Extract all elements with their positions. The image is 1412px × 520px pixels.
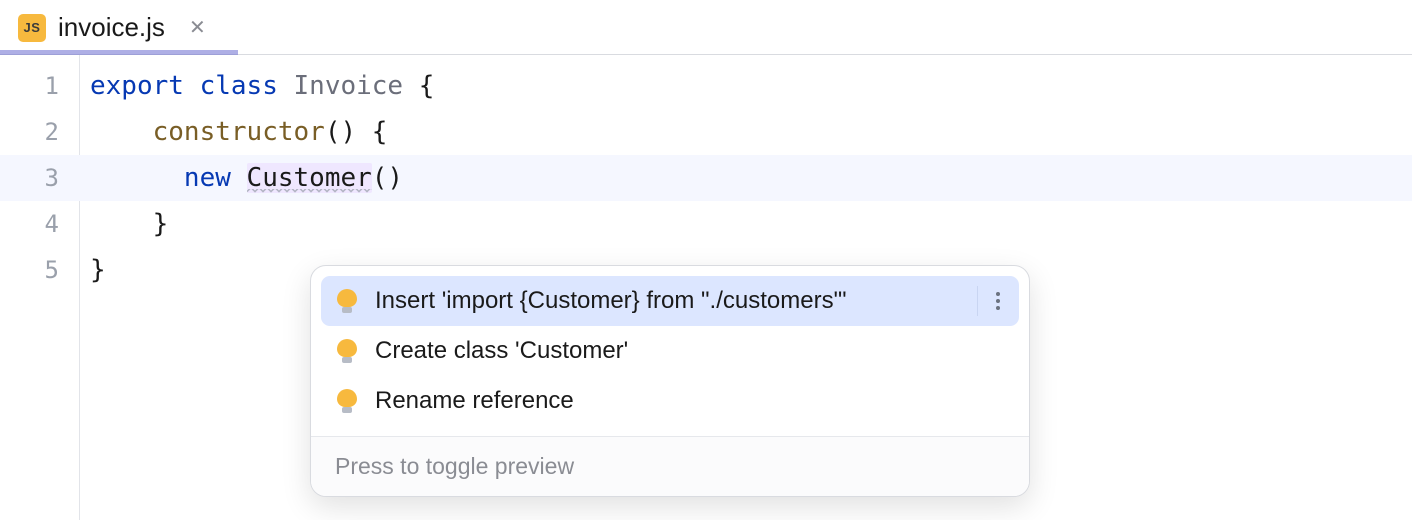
javascript-file-icon: JS <box>18 14 46 42</box>
code-line-5[interactable]: } <box>80 247 1412 293</box>
line-number[interactable]: 5 <box>0 247 79 293</box>
intention-label: Rename reference <box>375 387 1005 415</box>
editor-tab[interactable]: JS invoice.js ✕ <box>0 0 228 55</box>
line-number[interactable]: 1 <box>0 63 79 109</box>
line-number[interactable]: 3 <box>0 155 79 201</box>
tab-bar: JS invoice.js ✕ <box>0 0 1412 55</box>
code-line-4[interactable]: } <box>80 201 1412 247</box>
code-line-1[interactable]: export class Invoice { <box>80 63 1412 109</box>
gutter: 1 2 3 4 5 <box>0 55 80 520</box>
intention-item-rename-reference[interactable]: Rename reference <box>321 376 1019 426</box>
intention-footer-hint[interactable]: Press to toggle preview <box>311 436 1029 496</box>
editor-area: 1 2 3 4 5 export class Invoice { constru… <box>0 55 1412 520</box>
intention-label: Create class 'Customer' <box>375 337 1005 365</box>
unresolved-reference[interactable]: Customer <box>247 163 372 193</box>
tab-filename: invoice.js <box>58 12 165 43</box>
intention-actions-popup: Insert 'import {Customer} from "./custom… <box>310 265 1030 497</box>
lightbulb-icon <box>335 389 359 413</box>
code-line-2[interactable]: constructor() { <box>80 109 1412 155</box>
line-number[interactable]: 4 <box>0 201 79 247</box>
close-tab-icon[interactable]: ✕ <box>183 11 212 44</box>
intention-item-create-class[interactable]: Create class 'Customer' <box>321 326 1019 376</box>
line-number[interactable]: 2 <box>0 109 79 155</box>
lightbulb-icon <box>335 339 359 363</box>
code-line-3[interactable]: new Customer() <box>80 155 1412 201</box>
